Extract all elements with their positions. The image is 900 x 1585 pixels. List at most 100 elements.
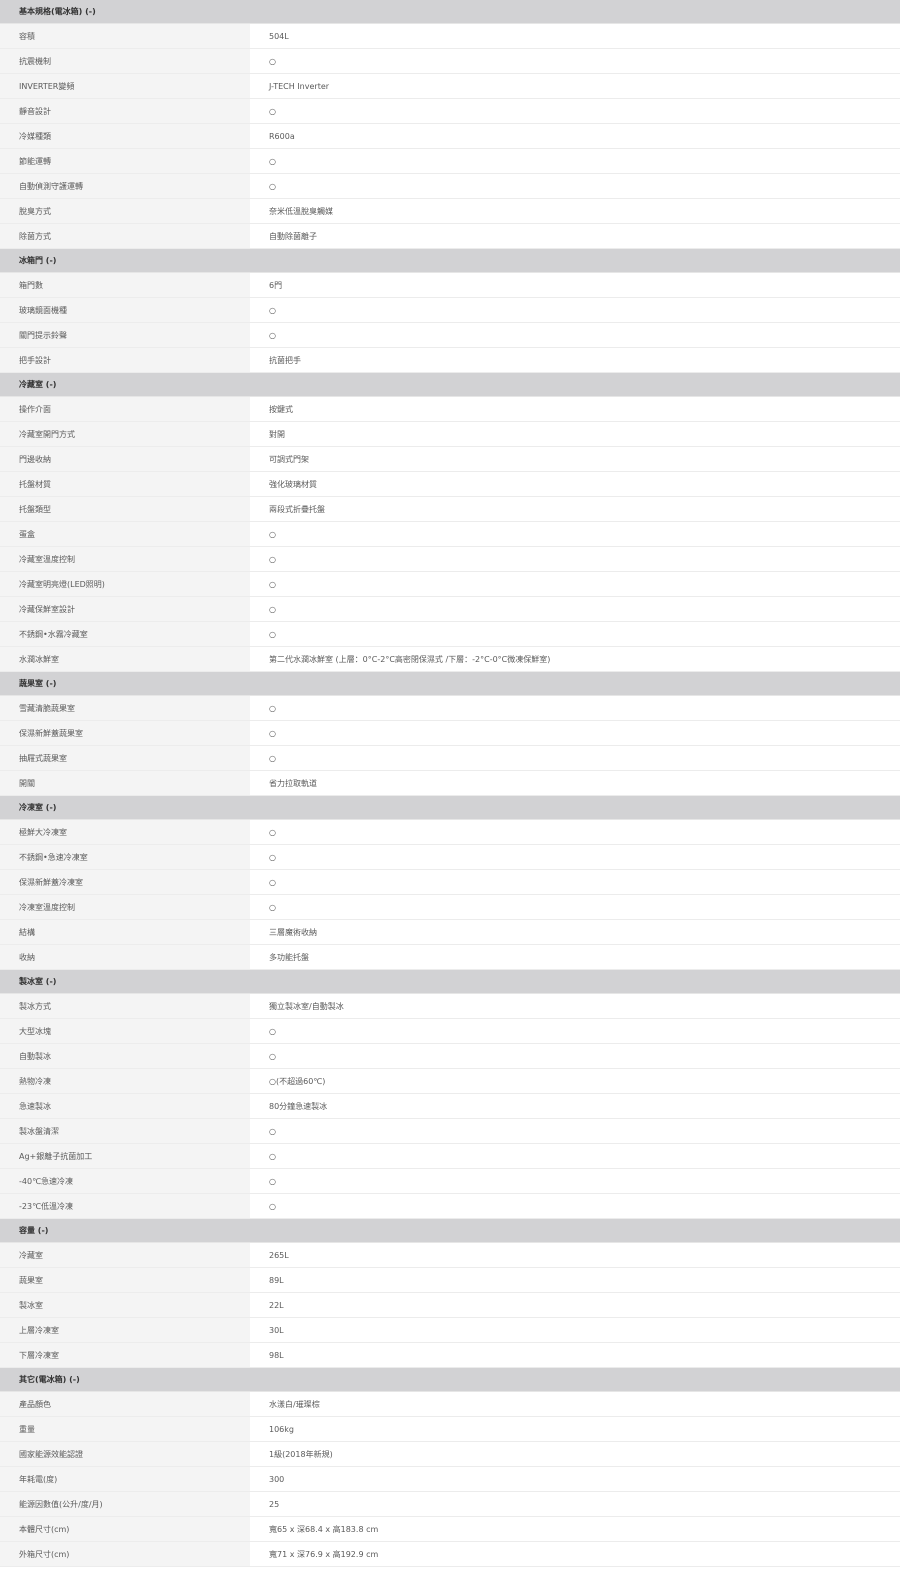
spec-row: 本體尺寸(cm) 寬65 x 深68.4 x 高183.8 cm [0, 1517, 900, 1542]
spec-label: 容積 [0, 24, 250, 48]
spec-label: 本體尺寸(cm) [0, 1517, 250, 1541]
section-header-freezer[interactable]: 冷凍室 (-) [0, 796, 900, 820]
spec-value: 1級(2018年新規) [250, 1442, 900, 1466]
spec-label: 保濕新鮮蓋蔬果室 [0, 721, 250, 745]
spec-value: 第二代水潤冰鮮室 (上層：0°C-2°C高密閉保濕式 /下層：-2°C-0°C微… [250, 647, 900, 671]
spec-label: 關門提示鈴聲 [0, 323, 250, 347]
spec-label: -23℃低溫冷凍 [0, 1194, 250, 1218]
spec-value: 106kg [250, 1417, 900, 1441]
spec-row: 抽屜式蔬果室 ○ [0, 746, 900, 771]
spec-label: 外箱尺寸(cm) [0, 1542, 250, 1566]
spec-row: 收納 多功能托盤 [0, 945, 900, 970]
spec-label: 製冰方式 [0, 994, 250, 1018]
spec-label: 靜音設計 [0, 99, 250, 123]
section-header-doors[interactable]: 冰箱門 (-) [0, 249, 900, 273]
section-other: 其它(電冰箱) (-) 產品顏色 水漾白/璀璨棕 重量 106kg 國家能源效能認證… [0, 1368, 900, 1567]
spec-value: 22L [250, 1293, 900, 1317]
spec-row: 不銹鋼•水霧冷藏室 ○ [0, 622, 900, 647]
spec-label: INVERTER變頻 [0, 74, 250, 98]
spec-value: 寬71 x 深76.9 x 高192.9 cm [250, 1542, 900, 1566]
spec-row: 操作介面 按鍵式 [0, 397, 900, 422]
spec-label: 重量 [0, 1417, 250, 1441]
spec-row: 抗震機制 ○ [0, 49, 900, 74]
spec-row: 靜音設計 ○ [0, 99, 900, 124]
spec-value: 抗菌把手 [250, 348, 900, 372]
spec-value: 多功能托盤 [250, 945, 900, 969]
spec-label: 開關 [0, 771, 250, 795]
spec-value: 對開 [250, 422, 900, 446]
spec-label: 冷藏保鮮室設計 [0, 597, 250, 621]
spec-label: 操作介面 [0, 397, 250, 421]
spec-value: ○ [250, 174, 900, 198]
spec-label: 下層冷凍室 [0, 1343, 250, 1367]
spec-label: 玻璃鏡面機種 [0, 298, 250, 322]
spec-value: ○ [250, 99, 900, 123]
spec-label: 脫臭方式 [0, 199, 250, 223]
spec-row: 製冰盤清潔 ○ [0, 1119, 900, 1144]
section-header-capacity[interactable]: 容量 (-) [0, 1219, 900, 1243]
spec-row: 把手設計 抗菌把手 [0, 348, 900, 373]
spec-value: ○ [250, 1119, 900, 1143]
spec-value: ○ [250, 895, 900, 919]
spec-label: 雪藏清脆蔬果室 [0, 696, 250, 720]
spec-row: 自動製冰 ○ [0, 1044, 900, 1069]
spec-label: 產品顏色 [0, 1392, 250, 1416]
spec-value: 89L [250, 1268, 900, 1292]
spec-value: ○ [250, 49, 900, 73]
spec-row: 結構 三層魔術收納 [0, 920, 900, 945]
spec-label: 托盤材質 [0, 472, 250, 496]
spec-label: 節能運轉 [0, 149, 250, 173]
spec-row: 蛋盒 ○ [0, 522, 900, 547]
spec-value: 兩段式折疊托盤 [250, 497, 900, 521]
spec-label: Ag+銀離子抗菌加工 [0, 1144, 250, 1168]
spec-label: 冷藏室明亮燈(LED照明) [0, 572, 250, 596]
spec-label: 除菌方式 [0, 224, 250, 248]
spec-label: 收納 [0, 945, 250, 969]
spec-row: 雪藏清脆蔬果室 ○ [0, 696, 900, 721]
spec-row: Ag+銀離子抗菌加工 ○ [0, 1144, 900, 1169]
spec-label: 蔬果室 [0, 1268, 250, 1292]
spec-label: 抽屜式蔬果室 [0, 746, 250, 770]
spec-row: -23℃低溫冷凍 ○ [0, 1194, 900, 1219]
spec-row: 冷媒種類 R600a [0, 124, 900, 149]
spec-row: 除菌方式 自動除菌離子 [0, 224, 900, 249]
section-header-basic-specs[interactable]: 基本規格(電冰箱) (-) [0, 0, 900, 24]
spec-row: 玻璃鏡面機種 ○ [0, 298, 900, 323]
spec-label: 托盤類型 [0, 497, 250, 521]
section-ice-maker: 製冰室 (-) 製冰方式 獨立製冰室/自動製冰 大型冰塊 ○ 自動製冰 ○ 熱物冷凍 ○… [0, 970, 900, 1219]
spec-row: 冷凍室溫度控制 ○ [0, 895, 900, 920]
spec-value: ○ [250, 572, 900, 596]
spec-label: 保濕新鮮蓋冷凍室 [0, 870, 250, 894]
spec-table: 基本規格(電冰箱) (-) 容積 504L 抗震機制 ○ INVERTER變頻 J-T… [0, 0, 900, 1567]
section-header-vegetable[interactable]: 蔬果室 (-) [0, 672, 900, 696]
spec-value: 30L [250, 1318, 900, 1342]
spec-label: 門邊收納 [0, 447, 250, 471]
spec-label: 水潤冰鮮室 [0, 647, 250, 671]
spec-label: 製冰室 [0, 1293, 250, 1317]
section-header-fridge[interactable]: 冷藏室 (-) [0, 373, 900, 397]
spec-value: ○ [250, 1169, 900, 1193]
spec-label: 蛋盒 [0, 522, 250, 546]
spec-value: 80分鐘急速製冰 [250, 1094, 900, 1118]
spec-value: ○ [250, 597, 900, 621]
spec-row: -40℃急速冷凍 ○ [0, 1169, 900, 1194]
spec-value: ○ [250, 149, 900, 173]
spec-value: 6門 [250, 273, 900, 297]
spec-label: 箱門數 [0, 273, 250, 297]
spec-label: 冷藏室 [0, 1243, 250, 1267]
spec-value: ○ [250, 1044, 900, 1068]
section-header-other[interactable]: 其它(電冰箱) (-) [0, 1368, 900, 1392]
section-header-ice-maker[interactable]: 製冰室 (-) [0, 970, 900, 994]
spec-row: 製冰方式 獨立製冰室/自動製冰 [0, 994, 900, 1019]
spec-label: 冷凍室溫度控制 [0, 895, 250, 919]
spec-row: 托盤材質 強化玻璃材質 [0, 472, 900, 497]
spec-label: 大型冰塊 [0, 1019, 250, 1043]
spec-value: ○(不超過60℃) [250, 1069, 900, 1093]
spec-value: J-TECH Inverter [250, 74, 900, 98]
section-basic-specs: 基本規格(電冰箱) (-) 容積 504L 抗震機制 ○ INVERTER變頻 J-T… [0, 0, 900, 249]
spec-value: 可調式門架 [250, 447, 900, 471]
spec-row: 急速製冰 80分鐘急速製冰 [0, 1094, 900, 1119]
spec-value: 獨立製冰室/自動製冰 [250, 994, 900, 1018]
spec-row: 外箱尺寸(cm) 寬71 x 深76.9 x 高192.9 cm [0, 1542, 900, 1567]
spec-value: ○ [250, 696, 900, 720]
